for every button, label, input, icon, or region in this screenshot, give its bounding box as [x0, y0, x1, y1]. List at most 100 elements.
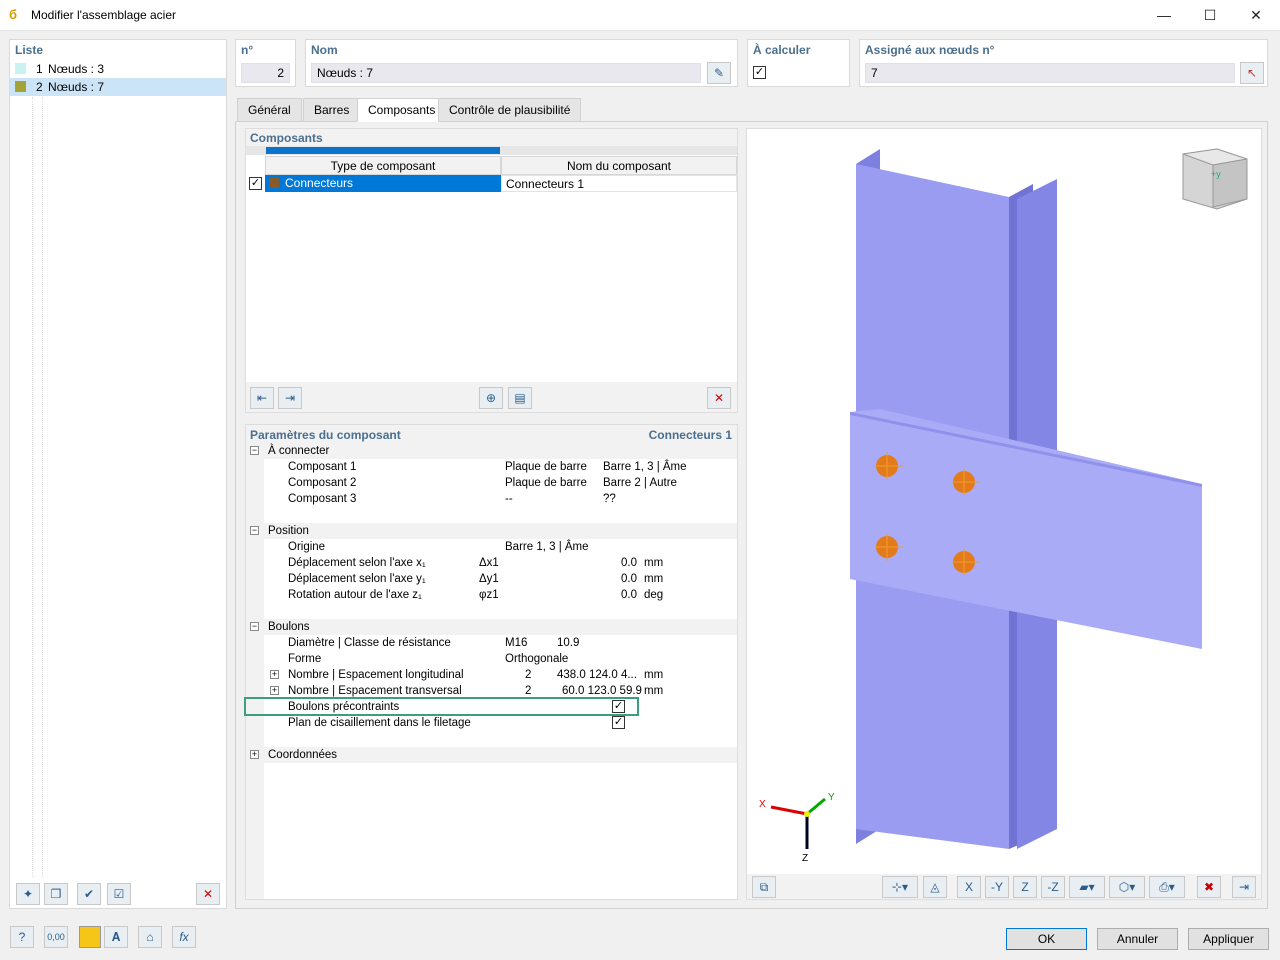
param-row[interactable]: Diamètre | Classe de résistance M16 10.9	[246, 635, 737, 651]
list-item-label: Nœuds : 3	[48, 62, 105, 76]
connector-icon	[269, 178, 279, 188]
expand-icon[interactable]: +	[270, 670, 279, 679]
edit-name-icon[interactable]: ✎	[707, 62, 731, 84]
param-unit: mm	[644, 573, 664, 585]
cancel-button[interactable]: Annuler	[1097, 928, 1178, 950]
param-unit: mm	[644, 685, 664, 697]
section-connect[interactable]: − À connecter	[246, 443, 737, 459]
tab-barres[interactable]: Barres	[303, 98, 361, 122]
param-row[interactable]: Composant 3 --??	[246, 491, 737, 507]
component-name-cell[interactable]: Connecteurs 1	[501, 175, 737, 192]
delete-component-icon[interactable]: ✕	[707, 387, 731, 409]
name-field[interactable]: Nœuds : 7	[311, 63, 701, 83]
new-item-icon[interactable]: ✦	[16, 883, 40, 905]
expand-icon[interactable]: +	[250, 750, 259, 759]
section-coordinates[interactable]: + Coordonnées	[246, 747, 737, 763]
viewer-panel[interactable]: +y X Y Z ⧉ ⊹▾ ◬ X -Y Z -Z ▰▾ ⬡▾ ⎙▾ ✖ ⇥	[746, 128, 1262, 900]
param-row[interactable]: + Nombre | Espacement longitudinal 2 438.0 …	[246, 667, 737, 683]
title-bar: б Modifier l'assemblage acier — ☐ ✕	[0, 0, 1280, 31]
decimal-places-icon[interactable]: 0,00	[44, 926, 68, 948]
calculate-group: À calculer ✓	[747, 39, 850, 87]
info-icon[interactable]: 𝐀	[104, 926, 128, 948]
check-all-icon[interactable]: ✔	[77, 883, 101, 905]
param-value-2: 10.9	[557, 637, 580, 649]
calculate-checkbox[interactable]: ✓	[753, 66, 766, 79]
param-symbol: Δx1	[479, 557, 499, 569]
color-swatch	[15, 81, 26, 92]
viewer-settings-icon[interactable]: ⧉	[752, 876, 776, 898]
uncheck-all-icon[interactable]: ☑	[107, 883, 131, 905]
collapse-icon[interactable]: −	[250, 526, 259, 535]
maximize-button[interactable]: ☐	[1187, 0, 1233, 30]
section-position[interactable]: − Position	[246, 523, 737, 539]
param-label: Origine	[288, 541, 326, 553]
param-row[interactable]: Forme Orthogonale	[246, 651, 737, 667]
param-row[interactable]: Rotation autour de l'axe z₁ φz1 0.0 deg	[246, 587, 737, 603]
param-row[interactable]: Déplacement selon l'axe y₁ Δy1 0.0 mm	[246, 571, 737, 587]
close-window-button[interactable]: ✕	[1233, 0, 1279, 30]
param-row[interactable]: Déplacement selon l'axe x₁ Δx1 0.0 mm	[246, 555, 737, 571]
copy-item-icon[interactable]: ❐	[44, 883, 68, 905]
param-value: --	[505, 493, 513, 505]
expand-icon[interactable]: +	[270, 686, 279, 695]
number-group: n° 2	[235, 39, 296, 87]
param-row[interactable]: Composant 2 Plaque de barre Barre 2 | Autr…	[246, 475, 737, 491]
model-view-icon[interactable]: ⌂	[138, 926, 162, 948]
list-panel: Liste 1 Nœuds : 3 2 Nœuds : 7 ✦ ❐ ✔ ☑ ✕	[9, 39, 227, 909]
axis-triad-icon	[770, 797, 826, 849]
tab-general[interactable]: Général	[237, 98, 302, 122]
param-label: Composant 2	[288, 477, 357, 489]
window-title: Modifier l'assemblage acier	[31, 8, 177, 22]
list-header: Liste	[15, 43, 44, 57]
apply-button[interactable]: Appliquer	[1188, 928, 1269, 950]
move-up-icon[interactable]: ⇤	[250, 387, 274, 409]
component-checkbox[interactable]: ✓	[249, 177, 262, 190]
help-icon[interactable]: ?	[10, 926, 34, 948]
components-panel: Composants Type de composant Nom du comp…	[245, 128, 738, 413]
axis-z-label: Z	[802, 853, 809, 864]
collapse-icon[interactable]: −	[250, 622, 259, 631]
move-down-icon[interactable]: ⇥	[278, 387, 302, 409]
collapse-icon[interactable]: −	[250, 446, 259, 455]
components-toolbar: ⇤ ⇥ ⊕ ▤ ✕	[246, 382, 737, 412]
formula-icon[interactable]: fx	[172, 926, 196, 948]
box-view-dropdown-icon[interactable]: ⬡▾	[1109, 876, 1145, 898]
view-minus-z-icon[interactable]: -Z	[1041, 876, 1065, 898]
component-library-icon[interactable]: ▤	[508, 387, 532, 409]
export-view-icon[interactable]: ⇥	[1232, 876, 1256, 898]
color-scheme-icon[interactable]	[79, 926, 101, 948]
viewer-toolbar: ⧉ ⊹▾ ◬ X -Y Z -Z ▰▾ ⬡▾ ⎙▾ ✖ ⇥	[747, 874, 1261, 899]
view-z-icon[interactable]: Z	[1013, 876, 1037, 898]
ok-button[interactable]: OK	[1006, 928, 1087, 950]
list-item[interactable]: 1 Nœuds : 3	[10, 60, 226, 77]
section-bolts[interactable]: − Boulons	[246, 619, 737, 635]
render-icon[interactable]: ◬	[923, 876, 947, 898]
assigned-field[interactable]: 7	[865, 63, 1235, 83]
axes-dropdown-icon[interactable]: ⊹▾	[882, 876, 918, 898]
param-row[interactable]: Origine Barre 1, 3 | Âme	[246, 539, 737, 555]
component-type-cell[interactable]: Connecteurs	[265, 175, 501, 192]
view-x-icon[interactable]: X	[957, 876, 981, 898]
col-name-header[interactable]: Nom du composant	[501, 156, 737, 175]
reset-view-icon[interactable]: ✖	[1197, 876, 1221, 898]
number-field[interactable]: 2	[241, 63, 290, 83]
param-value: Plaque de barre	[505, 477, 587, 489]
tab-composants[interactable]: Composants	[357, 98, 447, 122]
color-swatch	[15, 63, 26, 74]
add-component-icon[interactable]: ⊕	[479, 387, 503, 409]
tab-plausibility[interactable]: Contrôle de plausibilité	[438, 98, 582, 122]
section-label: À connecter	[268, 445, 330, 457]
shear-thread-checkbox[interactable]: ✓	[612, 716, 625, 729]
list-item-selected[interactable]: 2 Nœuds : 7	[10, 78, 226, 96]
select-nodes-icon[interactable]: ↖	[1240, 62, 1264, 84]
param-label: Rotation autour de l'axe z₁	[288, 589, 422, 601]
col-type-header[interactable]: Type de composant	[265, 156, 501, 175]
print-dropdown-icon[interactable]: ⎙▾	[1149, 876, 1185, 898]
view-minus-y-icon[interactable]: -Y	[985, 876, 1009, 898]
display-dropdown-icon[interactable]: ▰▾	[1069, 876, 1105, 898]
param-row[interactable]: Composant 1 Plaque de barre Barre 1, 3 | Â…	[246, 459, 737, 475]
minimize-button[interactable]: —	[1141, 0, 1187, 30]
param-row[interactable]: Plan de cisaillement dans le filetage ✓	[246, 715, 737, 731]
param-number: 0.0	[621, 573, 637, 585]
delete-item-icon[interactable]: ✕	[196, 883, 220, 905]
